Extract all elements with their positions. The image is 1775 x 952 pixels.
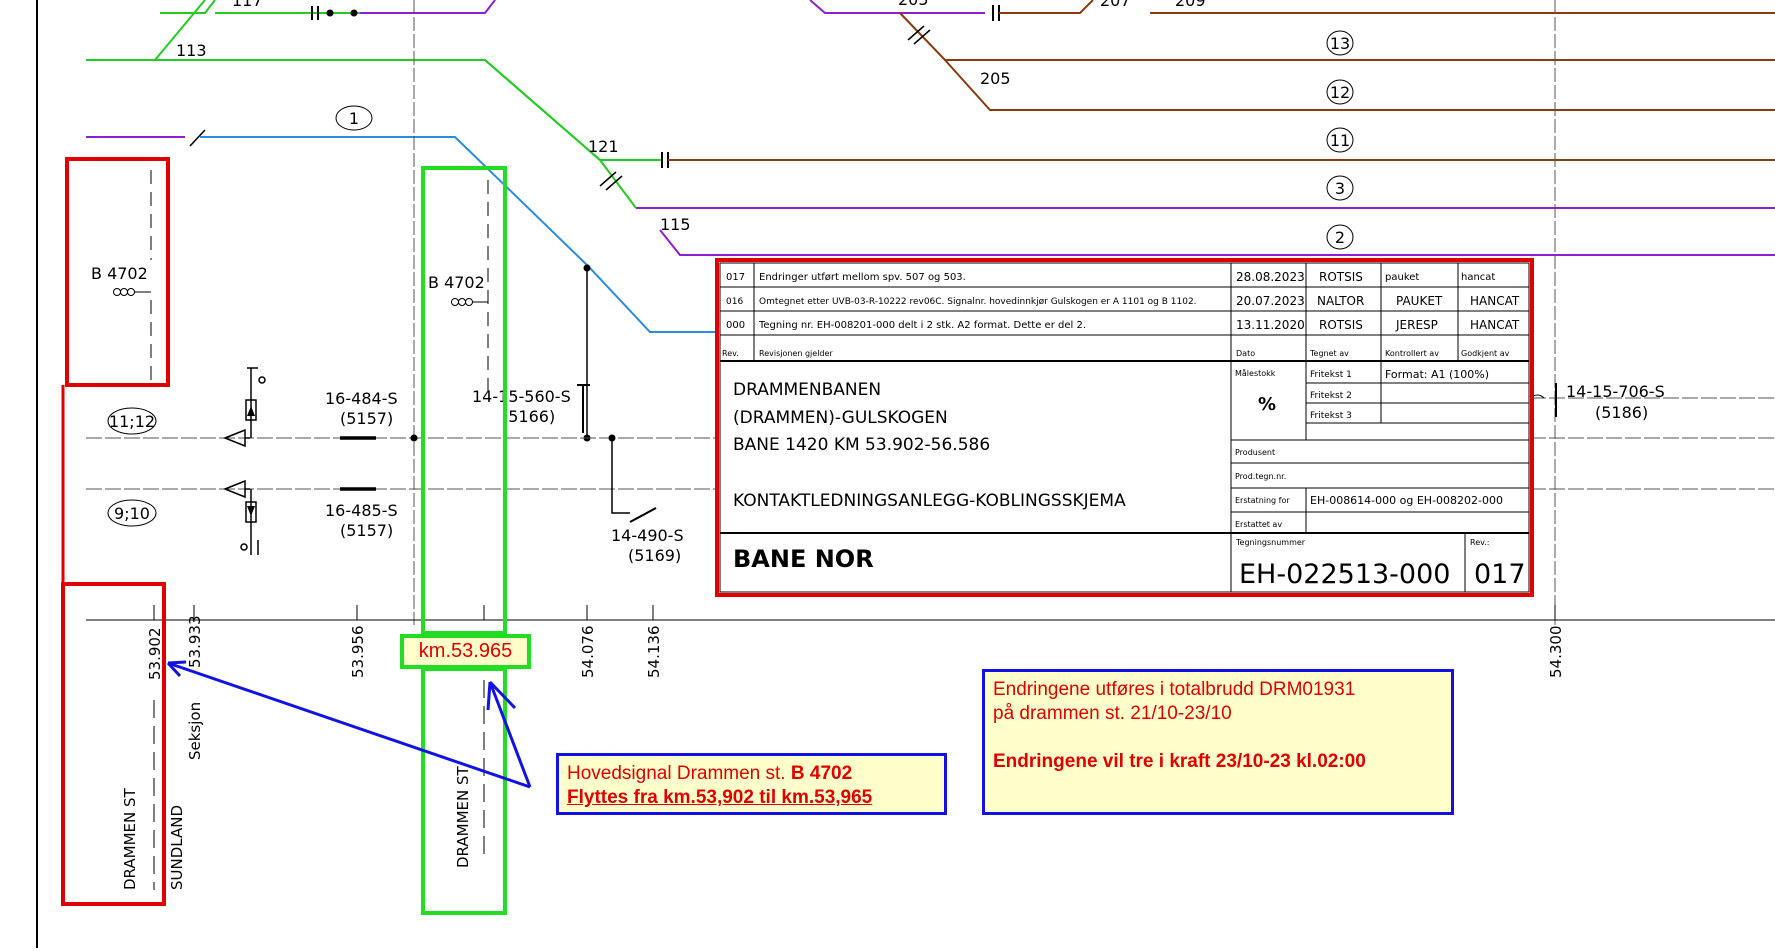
svg-text:13.11.2020: 13.11.2020 [1236,318,1305,332]
svg-text:000: 000 [726,320,745,331]
hovedsignal-line1: Hovedsignal Drammen st. [567,763,791,784]
svg-text:Endringer utført mellom spv. 5: Endringer utført mellom spv. 507 og 503. [759,272,966,283]
sundland-label: SUNDLAND [168,805,186,890]
svg-text:HANCAT: HANCAT [1470,294,1520,308]
track-label-115: 115 [660,215,691,234]
svg-text:Tegningsnummer: Tegningsnummer [1235,538,1306,547]
track-label-205a: 205 [898,0,929,9]
svg-text:3: 3 [1335,179,1345,198]
km-tick-54076: 54.076 [579,626,597,679]
track-label-207: 207 [1100,0,1131,10]
track-label-113: 113 [176,41,207,60]
svg-text:Omtegnet etter UVB-03-R-10222: Omtegnet etter UVB-03-R-10222 rev06C. Si… [759,297,1197,307]
svg-text:Produsent: Produsent [1235,448,1275,457]
km-tick-54300: 54.300 [1547,626,1565,679]
track-117-line [160,0,216,14]
switch-16-484-num: (5157) [340,409,393,428]
svg-text:JERESP: JERESP [1395,318,1438,332]
svg-text:EH-008614-000 og EH-008202-000: EH-008614-000 og EH-008202-000 [1310,494,1503,507]
svg-text:Revisjonen gjelder: Revisjonen gjelder [759,349,833,358]
seksjon-label: Seksjon [186,702,204,760]
drawing-number: EH-022513-000 [1239,559,1450,590]
svg-text:28.08.2023: 28.08.2023 [1236,270,1305,284]
svg-text:20.07.2023: 20.07.2023 [1236,294,1305,308]
endringer-note: Endringene utføres i totalbrudd DRM01931… [982,669,1454,815]
track-label-209: 209 [1175,0,1206,10]
hovedsignal-line2: Flyttes fra km.53,902 til km.53,965 [567,787,873,808]
switch-14-15-560-label: 14-15-560-S [472,387,571,406]
track-2-line [659,229,1775,256]
endring-line3: Endringene vil tre i kraft 23/10-23 kl.0… [993,751,1366,772]
svg-text:Tegnet av: Tegnet av [1309,349,1349,358]
svg-text:016: 016 [726,297,743,307]
endring-line1: Endringene utføres i totalbrudd DRM01931 [993,679,1356,700]
signal-b4702-old-label: B 4702 [91,264,148,283]
svg-text:Godkjent av: Godkjent av [1461,349,1510,358]
company-logo-text: BANE NOR [733,545,874,573]
svg-text:PAUKET: PAUKET [1396,294,1443,308]
svg-text:Fritekst 1: Fritekst 1 [1310,370,1352,380]
track-12-line [944,59,1775,111]
switch-14-15-560-num: (5166) [502,407,555,426]
svg-text:017: 017 [726,272,745,283]
svg-text:12: 12 [1330,83,1350,102]
project-line-2: (DRAMMEN)-GULSKOGEN [733,408,948,428]
km-53965-tag: km.53.965 [400,634,531,669]
svg-text:ROTSIS: ROTSIS [1319,318,1363,332]
svg-text:Dato: Dato [1236,349,1255,358]
svg-text:Erstatning for: Erstatning for [1235,496,1290,505]
svg-text:13: 13 [1330,34,1350,53]
km-tick-54136: 54.136 [645,626,663,679]
km-tick-53902: 53.902 [146,628,164,681]
svg-text:Tegning nr. EH-008201-000 delt: Tegning nr. EH-008201-000 delt i 2 stk. … [758,320,1086,331]
blue-arrows [166,660,532,789]
km-tick-53933: 53.933 [186,616,204,669]
svg-text:2: 2 [1335,228,1345,247]
drammen-st-mid-label: DRAMMEN ST [454,766,472,868]
svg-text:hancat: hancat [1461,272,1495,283]
switch-16-484-label: 16-484-S [325,389,398,408]
project-line-1: DRAMMENBANEN [733,380,881,400]
drawing-revision: 017 [1474,559,1526,590]
project-line-3: BANE 1420 KM 53.902-56.586 [733,435,990,455]
svg-text:HANCAT: HANCAT [1470,318,1520,332]
svg-text:11: 11 [1330,131,1350,150]
drammen-st-left-label: DRAMMEN ST [121,788,139,890]
svg-text:11;12: 11;12 [109,412,155,431]
title-block: 017 Endringer utført mellom spv. 507 og … [715,258,1534,597]
km-tick-53956: 53.956 [349,626,367,679]
hovedsignal-note: Hovedsignal Drammen st. B 4702 Flyttes f… [556,753,947,815]
svg-text:Målestokk: Målestokk [1235,368,1276,378]
switch-14-490-label: 14-490-S [611,526,684,545]
drawing-title: KONTAKTLEDNINGSANLEGG-KOBLINGSSKJEMA [733,491,1126,511]
svg-text:%: % [1258,394,1276,415]
switch-16-485-num: (5157) [340,521,393,540]
switch-14-15-706-label: 14-15-706-S [1566,382,1665,401]
svg-text:Prod.tegn.nr.: Prod.tegn.nr. [1235,472,1286,481]
track-label-117: 117 [232,0,263,10]
svg-text:Fritekst 2: Fritekst 2 [1310,391,1352,401]
svg-text:Rev.:: Rev.: [1470,538,1489,547]
svg-text:NALTOR: NALTOR [1317,294,1364,308]
track-label-121: 121 [588,137,619,156]
svg-text:pauket: pauket [1385,272,1419,283]
endring-line2: på drammen st. 21/10-23/10 [993,703,1232,724]
switch-16-485-label: 16-485-S [325,501,398,520]
svg-text:1: 1 [349,109,359,128]
svg-text:Rev.: Rev. [722,349,739,358]
purple-top-line [360,0,496,14]
svg-text:Format: A1 (100%): Format: A1 (100%) [1385,368,1489,381]
svg-text:Kontrollert av: Kontrollert av [1385,349,1439,358]
signal-b4702-new-label: B 4702 [428,273,485,292]
svg-text:ROTSIS: ROTSIS [1319,270,1363,284]
track-label-205b: 205 [980,69,1011,88]
svg-text:Fritekst 3: Fritekst 3 [1310,411,1352,421]
svg-text:Erstattet av: Erstattet av [1235,520,1282,529]
hovedsignal-signal: B 4702 [790,763,853,784]
switch-14-490-num: (5169) [628,546,681,565]
svg-text:9;10: 9;10 [114,504,150,523]
switch-14-15-706-num: (5186) [1595,403,1648,422]
